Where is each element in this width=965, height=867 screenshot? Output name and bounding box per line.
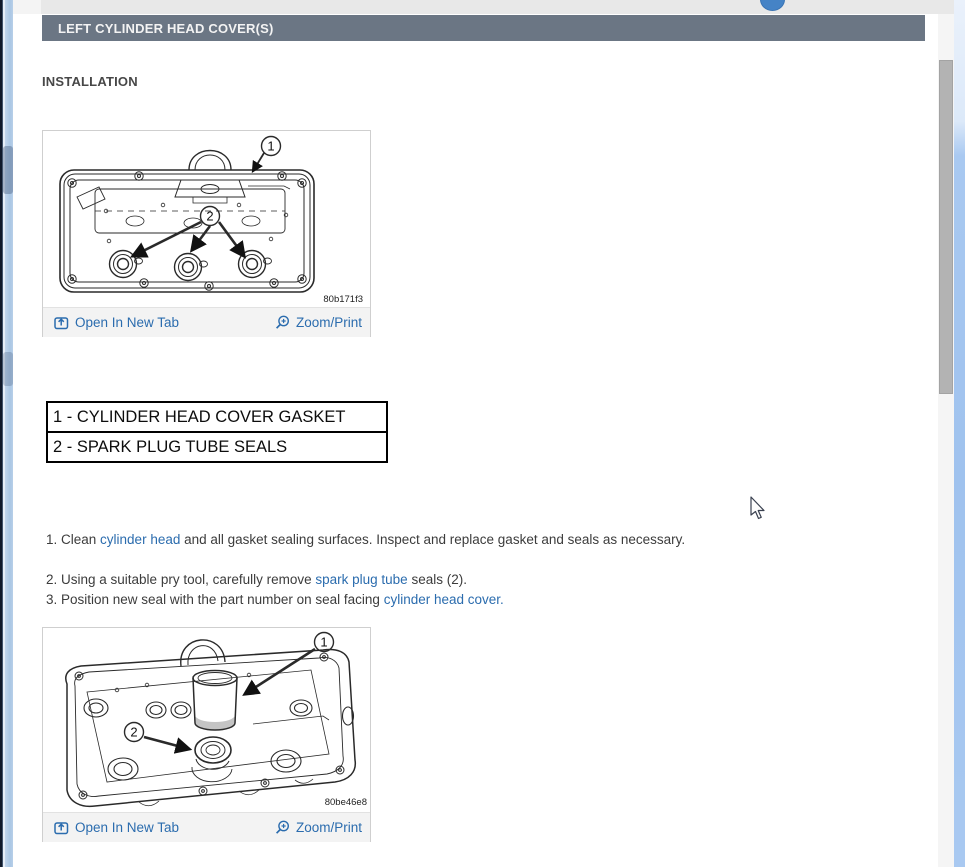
open-in-new-tab-icon — [54, 822, 69, 835]
step-1: 1. Clean cylinder head and all gasket se… — [46, 530, 685, 550]
zoom-print-label: Zoom/Print — [295, 820, 362, 835]
page-title: LEFT CYLINDER HEAD COVER(S) — [58, 21, 274, 36]
left-edge-shadow-2 — [3, 352, 13, 386]
step-3: 3. Position new seal with the part numbe… — [46, 590, 504, 610]
figure2-footer: Open In New Tab Zoom/Print — [43, 812, 370, 842]
legend-row-1: 1 - CYLINDER HEAD COVER GASKET — [53, 408, 346, 426]
step-3-text: 3. Position new seal with the part numbe… — [46, 592, 384, 607]
figure2-code: 80be46e8 — [324, 797, 367, 808]
section-heading: INSTALLATION — [42, 74, 138, 89]
left-edge-shadow-1 — [3, 146, 13, 194]
mouse-cursor — [750, 496, 765, 520]
figure1-code: 80b171f3 — [323, 294, 363, 305]
right-window-edge — [954, 0, 965, 867]
zoom-print-link[interactable]: Zoom/Print — [274, 820, 362, 836]
figure-card-2: 1 2 80be46e8 Open In New Tab Zoom/Print — [42, 627, 371, 842]
open-in-new-tab-icon — [54, 317, 69, 330]
vertical-scrollbar-thumb[interactable] — [939, 60, 953, 394]
magnifier-plus-icon — [275, 820, 289, 834]
open-in-new-tab-link[interactable]: Open In New Tab — [54, 315, 179, 330]
callout-2-number: 2 — [206, 209, 213, 224]
cylinder-head-link[interactable]: cylinder head — [100, 532, 180, 547]
zoom-print-link[interactable]: Zoom/Print — [274, 315, 362, 331]
top-tab — [13, 0, 41, 14]
cylinder-head-cover-bottom-view-drawing: 1 2 — [59, 135, 315, 293]
magnifier-plus-icon — [275, 315, 289, 329]
spark-plug-tube-link[interactable]: spark plug tube — [315, 572, 407, 587]
page-title-bar: LEFT CYLINDER HEAD COVER(S) — [42, 15, 925, 41]
callout-1-number: 1 — [320, 635, 327, 650]
callout-2-number: 2 — [130, 725, 137, 740]
open-in-new-tab-label: Open In New Tab — [75, 820, 180, 835]
open-in-new-tab-link[interactable]: Open In New Tab — [54, 820, 179, 835]
zoom-print-label: Zoom/Print — [295, 315, 362, 330]
figure1-image: 1 2 80b171f3 — [43, 131, 370, 307]
figure1-footer: Open In New Tab Zoom/Print — [43, 307, 370, 337]
open-in-new-tab-label: Open In New Tab — [75, 315, 180, 330]
step-1-text: 1. Clean — [46, 532, 101, 547]
figure2-image: 1 2 80be46e8 — [43, 628, 370, 812]
step-2-text: 2. Using a suitable pry tool, carefully … — [46, 572, 316, 587]
cylinder-head-cover-link[interactable]: cylinder head cover. — [384, 592, 504, 607]
step-2-text-cont: seals (2). — [407, 572, 467, 587]
step-2: 2. Using a suitable pry tool, carefully … — [46, 570, 467, 590]
figure-card-1: 1 2 80b171f3 Open In New Tab Zoom/Print — [42, 130, 371, 337]
legend-row-2: 2 - SPARK PLUG TUBE SEALS — [48, 431, 386, 461]
top-window-strip — [13, 0, 954, 14]
service-manual-page: LEFT CYLINDER HEAD COVER(S) INSTALLATION — [0, 0, 965, 867]
left-window-edge — [0, 0, 13, 867]
callout-1-number: 1 — [267, 139, 274, 154]
seal-installation-perspective-drawing: 1 2 — [65, 631, 357, 808]
legend-table: 1 - CYLINDER HEAD COVER GASKET 2 - SPARK… — [46, 401, 388, 463]
step-1-text-cont: and all gasket sealing surfaces. Inspect… — [180, 532, 686, 547]
partial-blue-button[interactable] — [760, 0, 785, 11]
